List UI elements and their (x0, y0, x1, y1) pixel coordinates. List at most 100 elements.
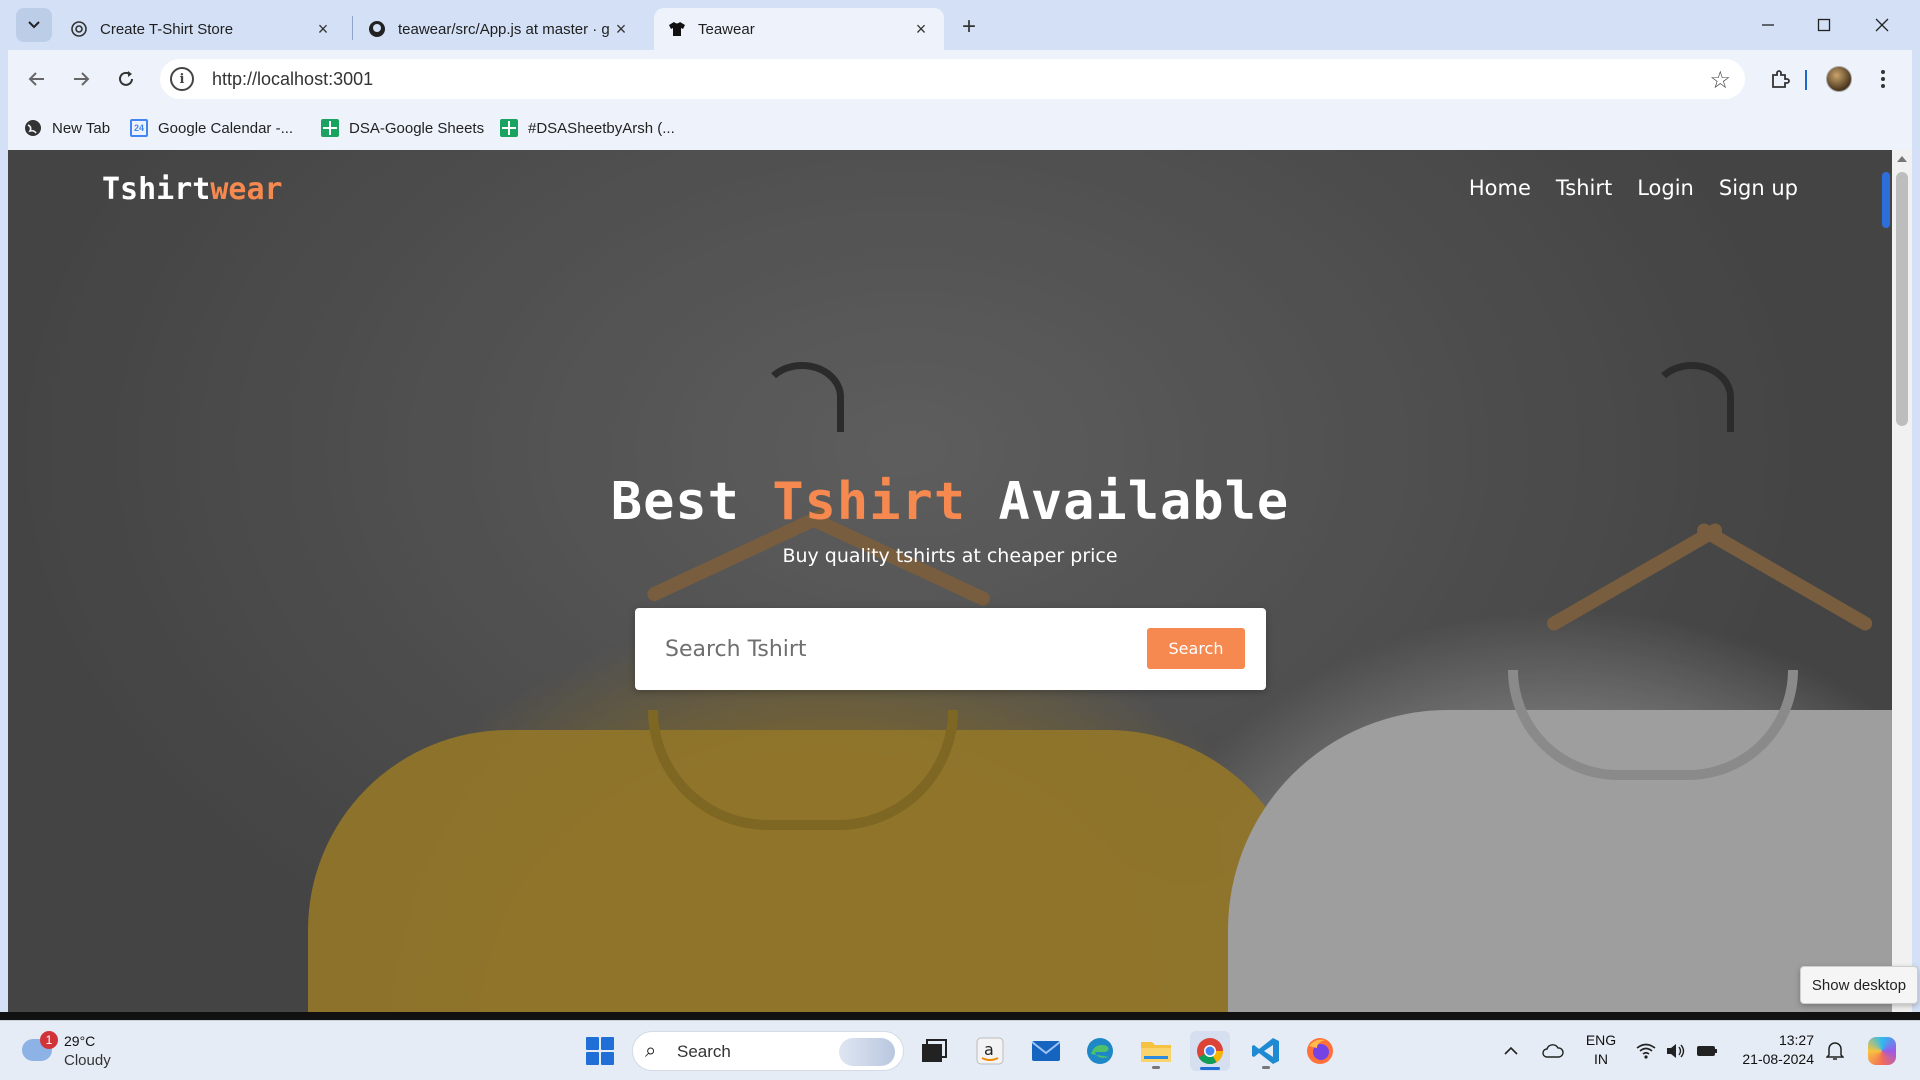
onedrive-button[interactable] (1542, 1039, 1564, 1063)
nav-login-link[interactable]: Login (1637, 176, 1694, 200)
clock-time: 13:27 (1778, 1032, 1814, 1048)
battery-icon (1697, 1046, 1717, 1056)
search-box: Search (635, 608, 1266, 690)
minimize-button[interactable] (1748, 8, 1788, 42)
clock[interactable]: 13:27 21-08-2024 (1734, 1031, 1814, 1069)
taskbar-search[interactable]: ⌕ Search (632, 1031, 904, 1071)
bookmark-label: New Tab (52, 119, 111, 137)
firefox-app[interactable] (1300, 1031, 1340, 1071)
chrome-app[interactable] (1190, 1031, 1230, 1071)
chrome-icon (1197, 1038, 1224, 1065)
firefox-icon (1307, 1038, 1333, 1064)
new-tab-button[interactable]: + (954, 12, 984, 42)
maximize-icon (1817, 18, 1831, 32)
tab-search-button[interactable] (16, 8, 52, 42)
close-icon[interactable]: × (314, 19, 332, 39)
tab-title: Create T-Shirt Store (100, 20, 234, 38)
close-icon[interactable]: × (612, 19, 630, 39)
taskbar: 1 29°C Cloudy ⌕ Search a ENG IN 13:27 21… (0, 1020, 1920, 1080)
chevron-up-icon (1504, 1046, 1518, 1055)
edge-icon (1087, 1038, 1113, 1064)
hero-title-pre: Best (610, 472, 773, 532)
show-desktop-tooltip: Show desktop (1800, 966, 1918, 1004)
bell-icon (1826, 1042, 1844, 1060)
search-input[interactable] (665, 628, 1105, 670)
language-code: ENG (1585, 1032, 1617, 1048)
bookmark-star-icon[interactable]: ☆ (1709, 66, 1731, 95)
file-explorer-app[interactable] (1136, 1031, 1176, 1071)
close-icon[interactable]: × (912, 19, 930, 39)
vscode-app[interactable] (1246, 1031, 1286, 1071)
bookmark-dsa-google-sheets[interactable]: DSA-Google Sheets (321, 116, 484, 140)
nav-signup-link[interactable]: Sign up (1719, 176, 1798, 200)
tshirt-icon (668, 20, 686, 38)
weather-widget[interactable]: 1 29°C Cloudy (22, 1031, 132, 1073)
hero-title-accent: Tshirt (772, 472, 967, 532)
reload-icon (119, 71, 133, 86)
sidebar-indicator (1882, 172, 1890, 228)
toolbar-divider (1805, 70, 1807, 90)
copilot-button[interactable] (1862, 1031, 1902, 1071)
site-info-icon[interactable]: i (170, 67, 194, 91)
mail-app[interactable] (1026, 1031, 1066, 1071)
calendar-icon: 24 (130, 119, 148, 137)
maximize-button[interactable] (1804, 8, 1844, 42)
search-highlight-icon (839, 1038, 895, 1066)
address-bar[interactable]: i http://localhost:3001 ☆ (160, 59, 1745, 99)
copilot-icon (1868, 1037, 1896, 1065)
scroll-thumb[interactable] (1896, 172, 1908, 426)
site-logo[interactable]: Tshirtwear (102, 172, 283, 207)
hero-subtitle: Buy quality tshirts at cheaper price (782, 545, 1118, 567)
folder-icon (1141, 1042, 1171, 1062)
mail-icon (1031, 1041, 1061, 1061)
region-code: IN (1594, 1051, 1608, 1067)
show-hidden-icons-button[interactable] (1504, 1039, 1518, 1063)
language-indicator[interactable]: ENG IN (1584, 1031, 1618, 1069)
extensions-button[interactable] (1763, 62, 1797, 96)
weather-condition: Cloudy (64, 1052, 111, 1069)
nav-links: Home Tshirt Login Sign up (1469, 176, 1798, 200)
close-window-button[interactable] (1862, 8, 1902, 42)
vscode-icon (1252, 1038, 1279, 1064)
wifi-icon (1636, 1043, 1656, 1059)
task-view-button[interactable] (914, 1031, 954, 1071)
nav-tshirt-link[interactable]: Tshirt (1556, 176, 1612, 200)
search-button[interactable]: Search (1147, 628, 1245, 669)
globe-icon (24, 119, 42, 137)
browser-menu-button[interactable] (1866, 62, 1900, 96)
battery-status[interactable] (1696, 1039, 1718, 1063)
back-button[interactable] (22, 64, 52, 94)
close-icon (1875, 18, 1889, 32)
reload-button[interactable] (111, 64, 141, 94)
notifications-button[interactable] (1826, 1039, 1844, 1063)
tab-teawear[interactable]: Teawear × (654, 8, 944, 50)
edge-app[interactable] (1080, 1031, 1120, 1071)
start-button[interactable] (580, 1031, 620, 1071)
hero-title-post: Available (966, 472, 1290, 532)
chevron-down-icon (28, 21, 40, 29)
tab-create-tshirt-store[interactable]: Create T-Shirt Store × (56, 8, 346, 50)
minimize-icon (1762, 24, 1774, 26)
url-text[interactable]: http://localhost:3001 (212, 69, 373, 90)
background-overlay (8, 150, 1892, 1012)
brand-main: Tshirt (102, 172, 211, 207)
page-scrollbar[interactable] (1892, 150, 1912, 1012)
nav-home-link[interactable]: Home (1469, 176, 1531, 200)
github-icon (368, 20, 386, 38)
taskbar-search-label: Search (677, 1042, 731, 1061)
bookmark-google-calendar[interactable]: 24 Google Calendar -... (130, 116, 293, 140)
amazon-app[interactable]: a (970, 1031, 1010, 1071)
svg-text:a: a (984, 1040, 994, 1059)
arrow-right-icon (74, 72, 90, 86)
wifi-status[interactable] (1636, 1039, 1656, 1063)
volume-status[interactable] (1666, 1039, 1686, 1063)
tab-separator (352, 16, 353, 40)
editor-status-strip (0, 1012, 1920, 1020)
tab-github-app-js[interactable]: teawear/src/App.js at master · g × (354, 8, 644, 50)
forward-button[interactable] (66, 64, 96, 94)
search-icon: ⌕ (645, 1040, 657, 1062)
profile-button[interactable] (1822, 62, 1856, 96)
bookmark-new-tab[interactable]: New Tab (24, 116, 110, 140)
scroll-up-arrow-icon[interactable] (1897, 156, 1907, 162)
bookmark-dsa-sheet-by-arsh[interactable]: #DSASheetbyArsh (... (500, 116, 675, 140)
